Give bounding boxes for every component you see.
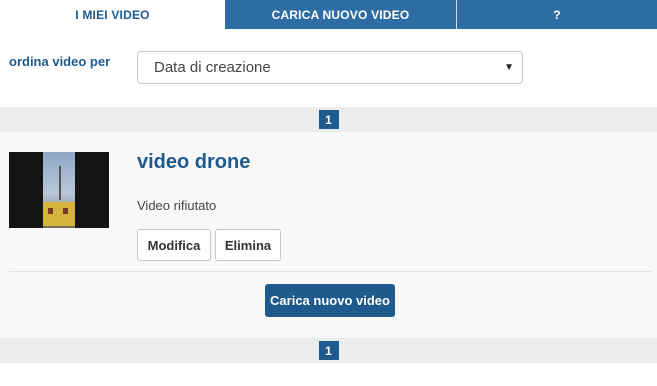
edit-button[interactable]: Modifica [137,229,211,261]
tab-help[interactable]: ? [457,0,657,29]
video-thumbnail[interactable] [9,152,109,228]
tab-upload-new-video[interactable]: CARICA NUOVO VIDEO [225,0,457,29]
sort-label: ordina video per [9,54,111,69]
sort-select[interactable]: Data di creazione ▼ [137,51,523,84]
chevron-down-icon: ▼ [504,62,514,73]
sort-select-value: Data di creazione [154,59,271,76]
divider [9,271,652,272]
tab-bar: I MIEI VIDEO CARICA NUOVO VIDEO ? [0,0,657,29]
video-list: video drone Video rifiutato Modifica Eli… [0,132,657,338]
tab-my-videos[interactable]: I MIEI VIDEO [0,0,225,29]
thumbnail-image [43,152,75,228]
video-title[interactable]: video drone [137,151,250,174]
pagination-bottom: 1 [0,338,657,363]
page-number-button[interactable]: 1 [318,341,339,360]
pagination-top: 1 [0,107,657,132]
video-status: Video rifiutato [137,198,217,213]
page-number-button[interactable]: 1 [318,110,339,129]
delete-button[interactable]: Elimina [215,229,281,261]
upload-new-video-button[interactable]: Carica nuovo video [265,284,395,317]
